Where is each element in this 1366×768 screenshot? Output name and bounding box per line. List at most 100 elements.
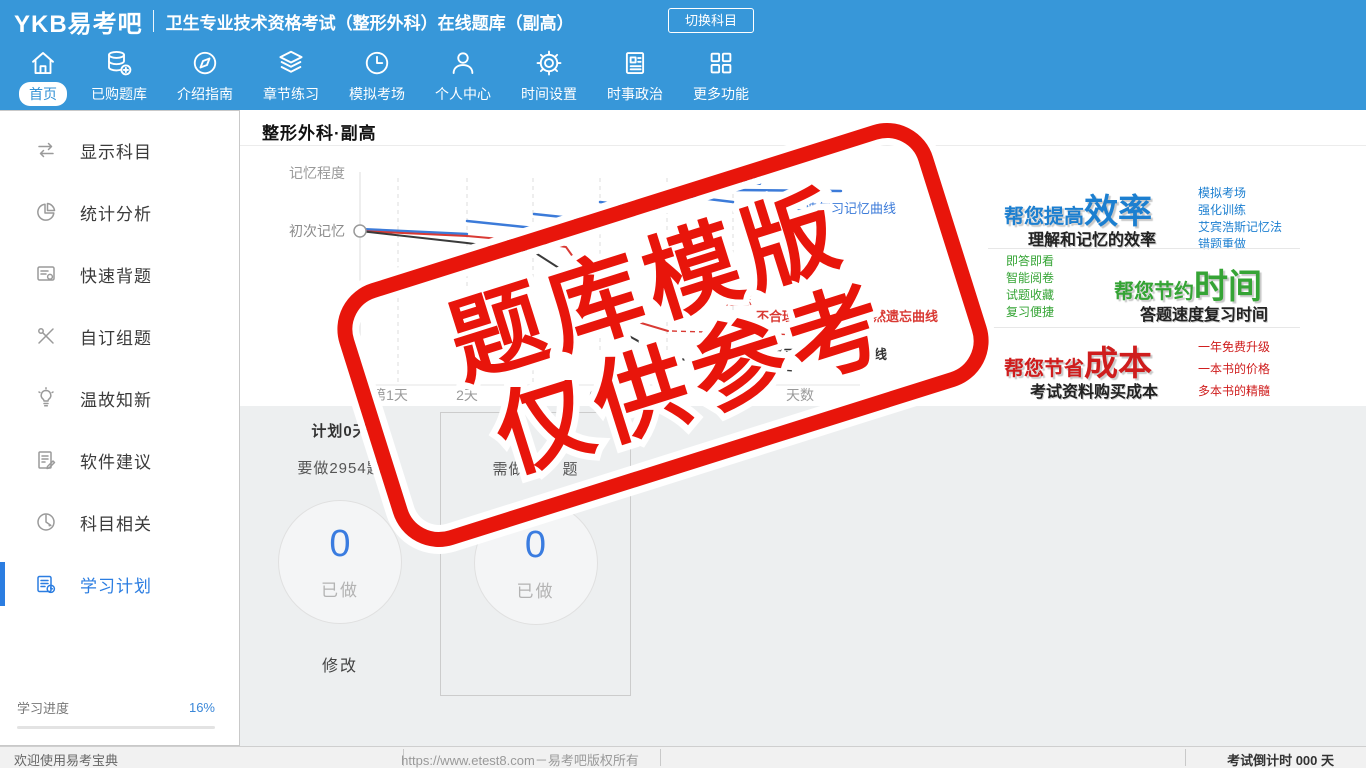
- question-bank-icon: [108, 50, 132, 76]
- status-separator: [1185, 749, 1186, 766]
- nav-label: 时间设置: [521, 86, 577, 102]
- nav-item-more[interactable]: 更多功能: [683, 48, 759, 106]
- plan-day-suffix: 天: [554, 424, 571, 441]
- promo-divider: [988, 248, 1300, 249]
- more-grid-icon: [710, 52, 732, 74]
- plan-overview: 计划0天 要做2954题 0 已做 修改: [255, 420, 425, 676]
- plan-done-label: 已做: [321, 581, 359, 600]
- flashcard-icon: [37, 266, 55, 281]
- promo-heading-prefix: 帮您提高: [1004, 206, 1084, 228]
- nav-label: 介绍指南: [177, 86, 233, 102]
- user-icon: [452, 52, 474, 74]
- promo-list-time: 即答即看 智能阅卷 试题收藏 复习便捷: [1006, 253, 1054, 321]
- nav-item-current-politics[interactable]: 时事政治: [597, 48, 673, 106]
- sidebar-item-study-plan[interactable]: 学习计划: [0, 553, 239, 615]
- nav-item-time-settings[interactable]: 时间设置: [511, 48, 587, 106]
- sidebar-item-label: 显示科目: [80, 142, 152, 162]
- study-progress: 学习进度 16%: [17, 698, 215, 729]
- nav-label: 时事政治: [607, 86, 663, 102]
- nav-item-home[interactable]: 首页: [15, 48, 71, 106]
- nav-item-guide[interactable]: 介绍指南: [167, 48, 243, 106]
- plan-today-box: 第 天 需做 题 0 已做: [440, 412, 631, 696]
- promo-heading-prefix: 帮您节约: [1114, 281, 1194, 303]
- study-progress-label: 学习进度: [17, 701, 70, 716]
- main-toolbar: 首页 已购题库 介绍指南 章节练习 模拟考场 个人中心 时间设置 时事政治 更多…: [0, 42, 1366, 110]
- plan-total-questions-text: 要做2954题: [297, 460, 383, 477]
- nav-label: 更多功能: [693, 86, 749, 102]
- app-header: YKB易考吧 卫生专业技术资格考试（整形外科）在线题库（副高） 切换科目: [0, 0, 1366, 42]
- sidebar-item-label: 软件建议: [80, 452, 152, 472]
- nav-item-mock-exam[interactable]: 模拟考场: [339, 48, 415, 106]
- sidebar-item-label: 自订组题: [80, 328, 152, 348]
- promo-list-item: 模拟考场: [1198, 186, 1247, 200]
- sidebar-item-show-subjects[interactable]: 显示科目: [0, 119, 239, 181]
- status-welcome: 欢迎使用易考宝典: [14, 753, 119, 768]
- plan-today-label: 已做: [516, 582, 555, 601]
- news-icon: [625, 52, 645, 74]
- app-logo: YKB易考吧: [14, 10, 143, 38]
- sidebar-item-custom-questions[interactable]: 自订组题: [0, 305, 239, 367]
- nav-label: 章节练习: [263, 86, 319, 102]
- page-title: 整形外科·副高: [262, 124, 377, 143]
- promo-list-item: 多本书的精髓: [1198, 384, 1271, 398]
- app-title: 卫生专业技术资格考试（整形外科）在线题库（副高）: [165, 13, 574, 33]
- promo-list-item: 即答即看: [1006, 254, 1055, 268]
- mock-exam-clock-icon: [365, 51, 389, 75]
- nav-label: 首页: [19, 82, 67, 106]
- sidebar: 显示科目 统计分析 快速背题 自订组题 温故知新 软件建议 科目相关 学习计划 …: [0, 110, 240, 746]
- plan-need-prefix: 需做: [492, 461, 525, 478]
- subject-related-icon: [37, 513, 55, 531]
- promo-list-item: 试题收藏: [1006, 288, 1055, 302]
- promo-list-item: 智能阅卷: [1006, 271, 1055, 285]
- promo-list-item: 复习便捷: [1006, 305, 1055, 319]
- nav-label: 模拟考场: [349, 86, 405, 102]
- sidebar-item-statistics[interactable]: 统计分析: [0, 181, 239, 243]
- sidebar-item-subject-related[interactable]: 科目相关: [0, 491, 239, 553]
- nav-item-user-center[interactable]: 个人中心: [425, 48, 501, 106]
- promo-list-efficiency: 模拟考场 强化训练 艾宾浩斯记忆法 错题重做: [1198, 185, 1282, 253]
- study-progress-value: 16%: [188, 700, 215, 715]
- plan-day-prefix: 第: [500, 424, 517, 441]
- study-plan-icon: [37, 575, 56, 594]
- plan-edit-link[interactable]: 修改: [255, 652, 425, 676]
- suggestion-doc-icon: [38, 451, 56, 470]
- promo-list-item: 一年免费升级: [1198, 340, 1271, 354]
- chapter-layers-icon: [279, 50, 303, 73]
- switch-subject-button[interactable]: 切换科目: [668, 8, 754, 33]
- promo-subtitle: 理解和记忆的效率: [1028, 232, 1157, 249]
- sidebar-item-software-suggestion[interactable]: 软件建议: [0, 429, 239, 491]
- content-titlebar: 整形外科·副高: [240, 110, 1366, 146]
- home-icon: [32, 52, 54, 74]
- sidebar-item-label: 快速背题: [80, 266, 152, 286]
- plan-today-count: 0: [524, 524, 547, 566]
- promo-divider: [988, 327, 1300, 328]
- lightbulb-icon: [38, 387, 54, 407]
- plan-today-circle: 0 已做: [473, 501, 598, 625]
- pie-chart-icon: [37, 202, 56, 221]
- nav-label: 个人中心: [435, 86, 491, 102]
- promo-list-item: 强化训练: [1198, 203, 1247, 217]
- nav-item-chapter-practice[interactable]: 章节练习: [253, 48, 329, 106]
- sidebar-item-label: 科目相关: [80, 514, 152, 534]
- study-progress-bar: [17, 726, 215, 729]
- sidebar-item-review[interactable]: 温故知新: [0, 367, 239, 429]
- promo-heading-prefix: 帮您节省: [1004, 358, 1084, 380]
- promo-list-item: 艾宾浩斯记忆法: [1198, 220, 1283, 234]
- promo-subtitle: 考试资料购买成本: [1030, 384, 1159, 401]
- sidebar-item-quick-memorize[interactable]: 快速背题: [0, 243, 239, 305]
- sidebar-item-label: 统计分析: [80, 204, 152, 224]
- status-copyright: https://www.etest8.com－易考吧版权所有: [401, 753, 639, 768]
- nav-item-purchased-banks[interactable]: 已购题库: [81, 48, 157, 106]
- sidebar-item-label: 温故知新: [80, 390, 152, 410]
- plan-days-text: 计划0天: [311, 423, 369, 440]
- promo-panel: 帮您提高效率 理解和记忆的效率 模拟考场 强化训练 艾宾浩斯记忆法 错题重做 即…: [988, 182, 1348, 402]
- status-bar: 欢迎使用易考宝典 https://www.etest8.com－易考吧版权所有 …: [0, 746, 1366, 768]
- plan-done-circle: 0 已做: [278, 500, 402, 624]
- status-separator: [660, 749, 661, 766]
- promo-subtitle: 答题速度复习时间: [1140, 307, 1269, 324]
- plan-need-suffix: 题: [562, 461, 579, 478]
- sidebar-item-label: 学习计划: [80, 576, 152, 596]
- nav-label: 已购题库: [91, 86, 147, 102]
- guide-compass-icon: [193, 51, 217, 75]
- promo-list-cost: 一年免费升级 一本书的价格 多本书的精髓: [1198, 336, 1270, 402]
